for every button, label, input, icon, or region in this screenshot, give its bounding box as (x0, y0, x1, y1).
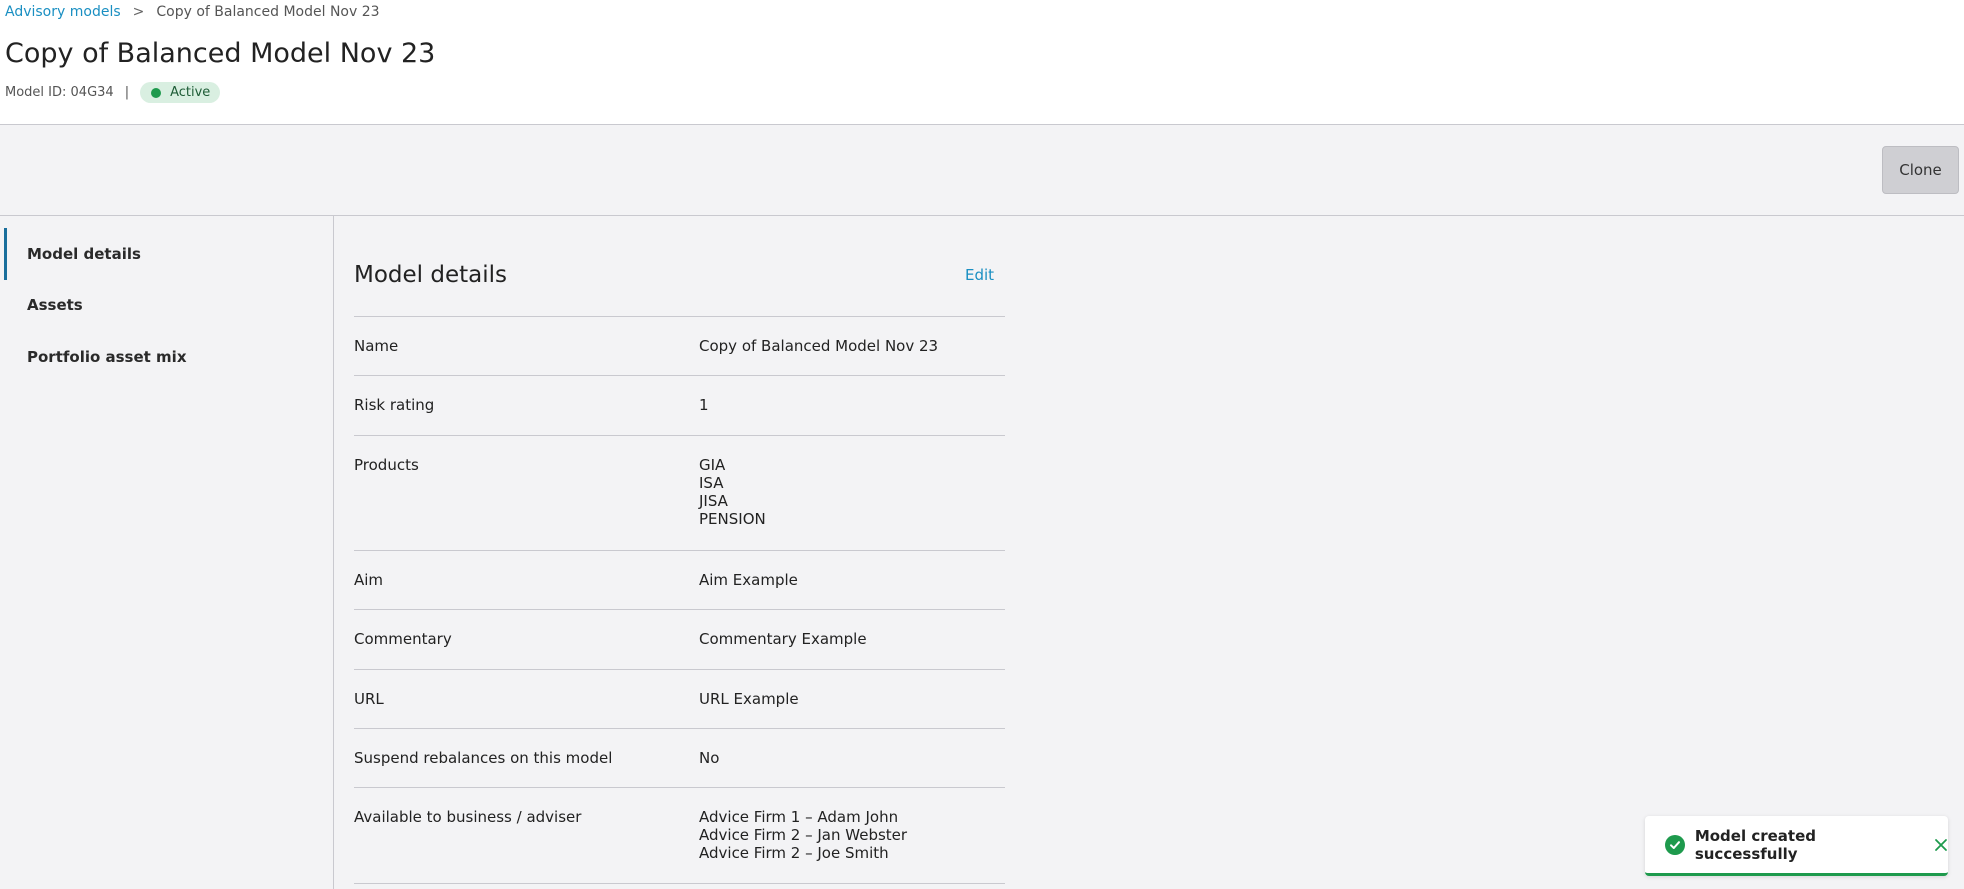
status-badge: Active (140, 82, 221, 103)
detail-value: Aim Example (699, 571, 798, 589)
breadcrumb-separator: > (132, 4, 145, 20)
page-header: Advisory models > Copy of Balanced Model… (0, 0, 1964, 125)
detail-value-line: Commentary Example (699, 630, 867, 648)
detail-row-url: URL URL Example (354, 669, 1005, 728)
detail-value-line: GIA (699, 456, 726, 474)
detail-row-aim: Aim Aim Example (354, 550, 1005, 609)
breadcrumb-advisory-models-link[interactable]: Advisory models (5, 4, 121, 20)
detail-row-products: Products GIA ISA JISA PENSION (354, 435, 1005, 550)
sidebar-item-label: Portfolio asset mix (27, 348, 187, 366)
model-id: Model ID: 04G34 (5, 85, 114, 100)
sidebar: Model details Assets Portfolio asset mix (0, 216, 334, 889)
detail-label: Name (354, 337, 399, 355)
page-title: Copy of Balanced Model Nov 23 (5, 38, 436, 69)
detail-value: Copy of Balanced Model Nov 23 (699, 337, 938, 355)
detail-value: Advice Firm 1 – Adam John Advice Firm 2 … (699, 808, 907, 862)
detail-value-line: Advice Firm 1 – Adam John (699, 808, 899, 826)
status-label: Active (170, 85, 211, 100)
detail-row-risk-rating: Risk rating 1 (354, 375, 1005, 435)
toast-message: Model created successfully (1694, 826, 1816, 863)
detail-value-line: ISA (699, 474, 724, 492)
detail-row-name: Name Copy of Balanced Model Nov 23 (354, 316, 1005, 375)
sidebar-item-label: Model details (27, 245, 141, 263)
sidebar-item-assets[interactable]: Assets (4, 279, 329, 331)
model-meta: Model ID: 04G34 | Active (5, 82, 221, 103)
detail-label: Risk rating (354, 396, 435, 414)
success-toast: Model created successfully (1645, 816, 1948, 876)
breadcrumb: Advisory models > Copy of Balanced Model… (5, 4, 380, 20)
status-dot-icon (151, 87, 162, 98)
detail-value: GIA ISA JISA PENSION (699, 456, 766, 528)
clone-button[interactable]: Clone (1882, 146, 1959, 194)
detail-value: URL Example (699, 690, 799, 708)
detail-row-commentary: Commentary Commentary Example (354, 609, 1005, 669)
detail-row-available-to: Available to business / adviser Advice F… (354, 787, 1005, 883)
detail-value-line: No (699, 749, 720, 767)
detail-value-line: Copy of Balanced Model Nov 23 (699, 337, 939, 355)
detail-value: 1 (699, 396, 709, 414)
detail-value: Commentary Example (699, 630, 867, 648)
section-title: Model details (354, 262, 507, 288)
detail-value: No (699, 749, 719, 767)
detail-value-line: 1 (699, 396, 709, 414)
detail-label: Available to business / adviser (354, 808, 582, 826)
detail-label: Commentary (354, 630, 452, 648)
sidebar-item-model-details[interactable]: Model details (4, 228, 329, 280)
breadcrumb-current: Copy of Balanced Model Nov 23 (156, 4, 380, 20)
check-circle-icon (1665, 834, 1685, 855)
detail-value-line: Advice Firm 2 – Jan Webster (699, 826, 908, 844)
sidebar-item-portfolio-asset-mix[interactable]: Portfolio asset mix (4, 331, 329, 383)
close-icon[interactable] (1934, 838, 1948, 852)
edit-link[interactable]: Edit (965, 266, 994, 284)
detail-value-line: Aim Example (699, 571, 798, 589)
detail-value-line: Advice Firm 2 – Joe Smith (699, 844, 889, 862)
detail-label: Aim (354, 571, 384, 589)
detail-value-line: URL Example (699, 690, 799, 708)
table-bottom-divider (354, 883, 1005, 884)
action-bar: Clone (0, 125, 1964, 216)
detail-value-line: PENSION (699, 510, 766, 528)
detail-label: Suspend rebalances on this model (354, 749, 613, 767)
detail-row-suspend-rebalances: Suspend rebalances on this model No (354, 728, 1005, 787)
detail-label: Products (354, 456, 419, 474)
detail-value-line: JISA (699, 492, 728, 510)
detail-label: URL (354, 690, 384, 708)
sidebar-item-label: Assets (27, 296, 83, 314)
meta-separator: | (124, 85, 130, 100)
